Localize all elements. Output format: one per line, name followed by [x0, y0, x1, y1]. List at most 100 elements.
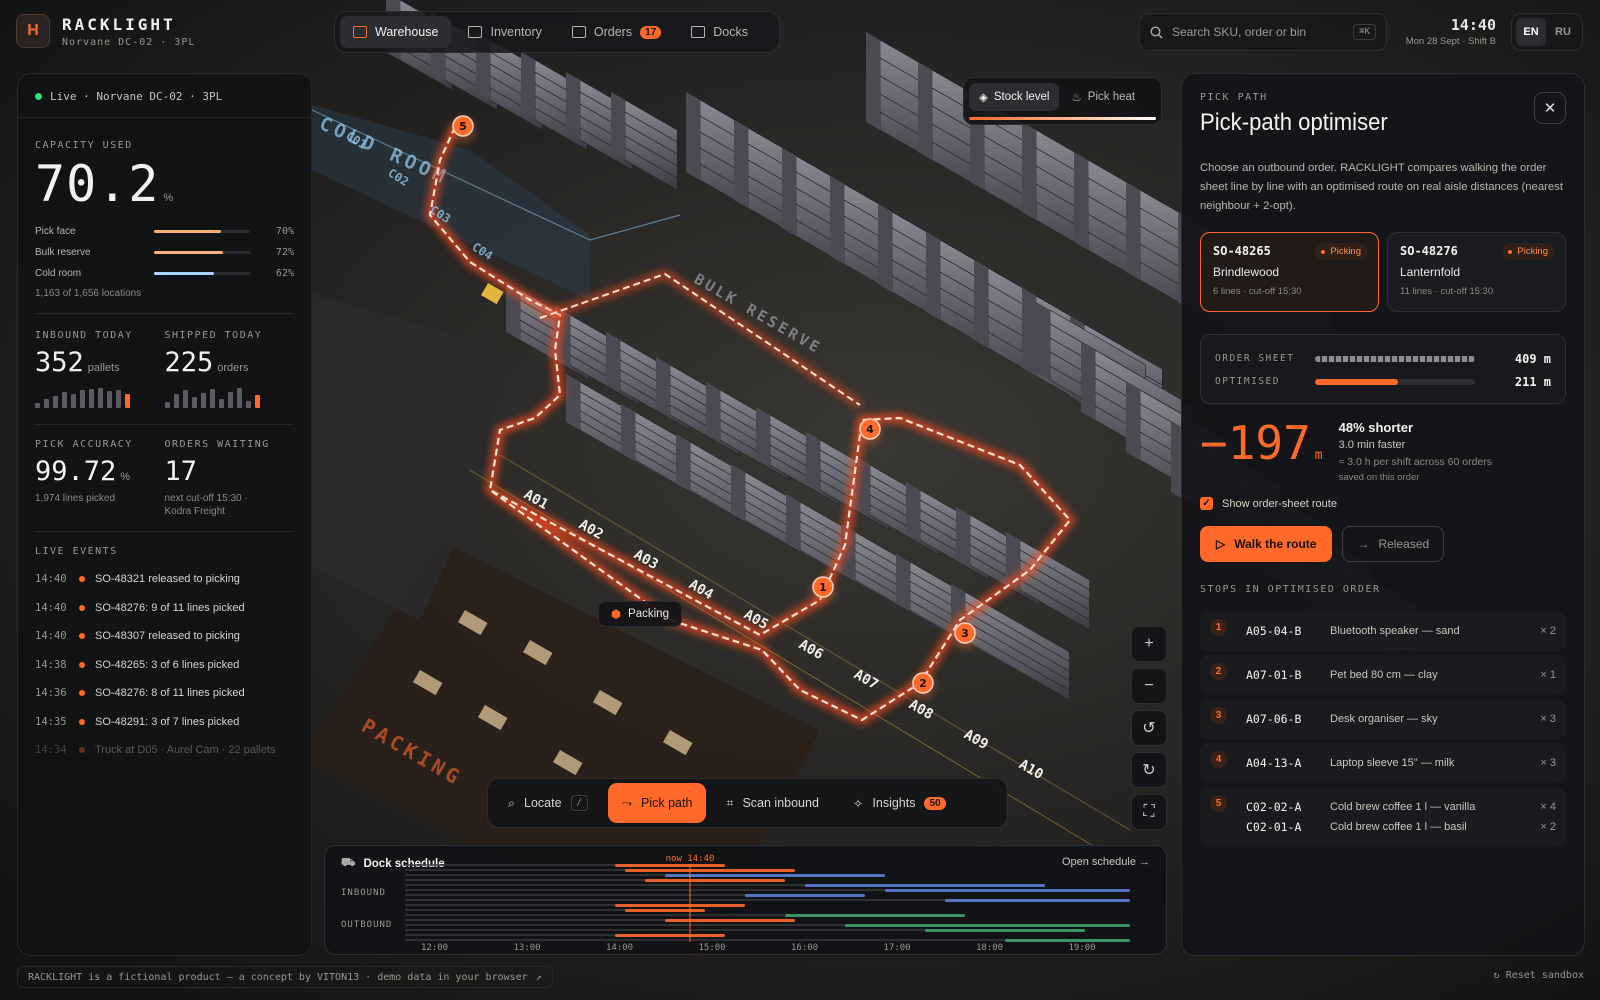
time-tick: 15:00	[698, 943, 726, 953]
event-text: SO-48265: 3 of 6 lines picked	[95, 658, 240, 671]
pick-path-button[interactable]: ⤳ Pick path	[607, 783, 707, 823]
fullscreen-button[interactable]: ⛶	[1131, 794, 1167, 830]
waiting-carrier: Kodra Freight	[164, 506, 226, 517]
layers-icon: ◈	[979, 92, 988, 104]
stop-number: 4	[1210, 751, 1227, 768]
stock-level-toggle[interactable]: ◈ Stock level	[969, 83, 1060, 111]
zone-name: Pick face	[35, 226, 76, 237]
check-icon: ✓	[1200, 497, 1213, 510]
clock: 14:40 Mon 28 Sept · Shift B	[1396, 16, 1496, 47]
scan-icon: ⌗	[726, 795, 734, 810]
event-dot-icon	[79, 718, 85, 725]
stop-marker[interactable]: 4	[858, 418, 882, 445]
inbound-slot	[665, 874, 885, 877]
stop-row[interactable]: 4 A04-13-A Laptop sleeve 15" — milk × 3	[1200, 743, 1566, 783]
zoom-in-button[interactable]: +	[1131, 626, 1167, 662]
waiting-sub: next cut-off 15:30 ·	[164, 493, 248, 504]
order-sheet-label: ORDER SHEET	[1215, 353, 1295, 364]
stop-row[interactable]: 2 A07-01-B Pet bed 80 cm — clay × 1	[1200, 655, 1566, 695]
event-time: 14:34	[35, 744, 67, 757]
order-client: Brindlewood	[1213, 265, 1280, 279]
order-card[interactable]: SO-48276 Lanternfold 11 lines · cut-off …	[1387, 232, 1566, 312]
toggle-label: Stock level	[993, 91, 1050, 103]
brand: H RACKLIGHT Norvane DC-02 · 3PL	[16, 14, 195, 48]
show-route-checkbox[interactable]: ✓ Show order-sheet route	[1200, 497, 1566, 510]
stop-row[interactable]: 1 A05-04-B Bluetooth speaker — sand × 2	[1200, 611, 1566, 651]
accuracy-unit: %	[120, 471, 131, 483]
scan-inbound-button[interactable]: ⌗ Scan inbound	[712, 783, 833, 823]
zoom-out-button[interactable]: −	[1131, 668, 1167, 704]
stop-location: A07-06-B	[1246, 712, 1302, 726]
inbound-slot	[805, 884, 1045, 887]
dock-timeline: now 14:40	[405, 854, 1130, 942]
event-dot-icon	[79, 576, 85, 583]
accuracy-sub: 1,974 lines picked	[35, 493, 116, 504]
tab-orders[interactable]: Orders 17	[559, 16, 674, 48]
lang-ru-button[interactable]: RU	[1548, 18, 1578, 46]
stop-qty: × 3	[1540, 713, 1556, 725]
search-input[interactable]	[1172, 25, 1345, 39]
external-link-icon[interactable]: ↗	[536, 972, 542, 983]
panel-eyebrow: PICK PATH	[1200, 92, 1268, 103]
event-time: 14:40	[35, 601, 67, 614]
tab-inventory[interactable]: Inventory	[455, 16, 554, 48]
optimised-bar	[1315, 378, 1475, 385]
stop-marker-number: 4	[866, 423, 874, 436]
shipped-label: SHIPPED TODAY	[164, 330, 263, 341]
insights-button[interactable]: ✧ Insights 50	[839, 783, 960, 823]
stop-marker[interactable]: 1	[811, 576, 835, 603]
event-item: 14:40 SO-48276: 9 of 11 lines picked	[35, 594, 294, 623]
saved-distance: −197	[1200, 416, 1311, 470]
time-tick: 12:00	[421, 943, 449, 953]
walk-route-button[interactable]: ▷ Walk the route	[1200, 526, 1333, 562]
stop-qty: × 2	[1540, 821, 1556, 833]
stop-row[interactable]: 3 A07-06-B Desk organiser — sky × 3	[1200, 699, 1566, 739]
order-card[interactable]: SO-48265 Brindlewood 6 lines · cut-off 1…	[1200, 232, 1379, 312]
event-text: SO-48307 released to picking	[95, 630, 240, 643]
box-icon: ⬢	[611, 609, 622, 621]
inbound-slot	[745, 894, 865, 897]
walk-label: Walk the route	[1234, 537, 1317, 551]
released-button[interactable]: → Released	[1342, 526, 1445, 562]
event-time: 14:38	[35, 658, 67, 671]
orders-count-badge: 17	[640, 25, 662, 39]
zone-bar	[154, 230, 251, 233]
reset-sandbox-button[interactable]: ↻ Reset sandbox	[1494, 970, 1584, 981]
racklight-logo: H	[16, 14, 50, 48]
time-tick: 14:00	[606, 943, 634, 953]
stop-marker-number: 2	[919, 677, 927, 690]
toggle-label: Pick heat	[1087, 91, 1136, 103]
tab-docks[interactable]: Docks	[678, 16, 761, 48]
time-saved: 3.0 min faster	[1338, 439, 1406, 451]
live-status: Live · Norvane DC-02 · 3PL	[18, 90, 311, 118]
inbound-sparkline	[35, 386, 165, 408]
events-list: 14:40 SO-48321 released to picking 14:40 SO…	[35, 565, 294, 765]
packing-tag[interactable]: ⬢ Packing	[598, 601, 682, 627]
map-toolbar: ⌕ Locate / ⤳ Pick path ⌗ Scan inbound ✧ Insig…	[487, 778, 1008, 828]
stop-marker[interactable]: 3	[953, 622, 977, 649]
clipboard-icon	[571, 26, 586, 38]
search-icon: ⌕	[508, 795, 516, 810]
stop-number: 3	[1210, 707, 1227, 724]
flame-icon: ♨	[1071, 92, 1082, 104]
rotate-right-icon: ↻	[1142, 762, 1156, 779]
event-dot-icon	[79, 661, 85, 668]
rotate-left-button[interactable]: ↺	[1131, 710, 1167, 746]
tab-label: Inventory	[490, 25, 542, 39]
footer-notice: RACKLIGHT is a fictional product — a con…	[17, 966, 553, 988]
event-text: SO-48276: 9 of 11 lines picked	[95, 601, 245, 614]
tab-warehouse[interactable]: Warehouse	[340, 16, 452, 48]
stop-marker[interactable]: 5	[451, 115, 475, 142]
locate-button[interactable]: ⌕ Locate /	[494, 783, 602, 823]
zone-bars: Pick face 70% Bulk reserve 72% Cold room 62%	[35, 221, 294, 284]
rotate-right-button[interactable]: ↻	[1131, 752, 1167, 788]
pick-heat-toggle[interactable]: ♨ Pick heat	[1061, 83, 1145, 111]
event-item: 14:40 SO-48307 released to picking	[35, 622, 294, 651]
close-button[interactable]: ✕	[1534, 92, 1566, 124]
stop-row[interactable]: 5 C02-02-A C02-01-A Cold brew coffee 1 l — …	[1200, 787, 1566, 847]
status-badge: Picking	[1315, 243, 1368, 260]
stop-marker[interactable]: 2	[911, 672, 935, 699]
lang-en-button[interactable]: EN	[1516, 18, 1546, 46]
event-time: 14:36	[35, 687, 67, 700]
stops-label: STOPS IN OPTIMISED ORDER	[1200, 584, 1381, 595]
